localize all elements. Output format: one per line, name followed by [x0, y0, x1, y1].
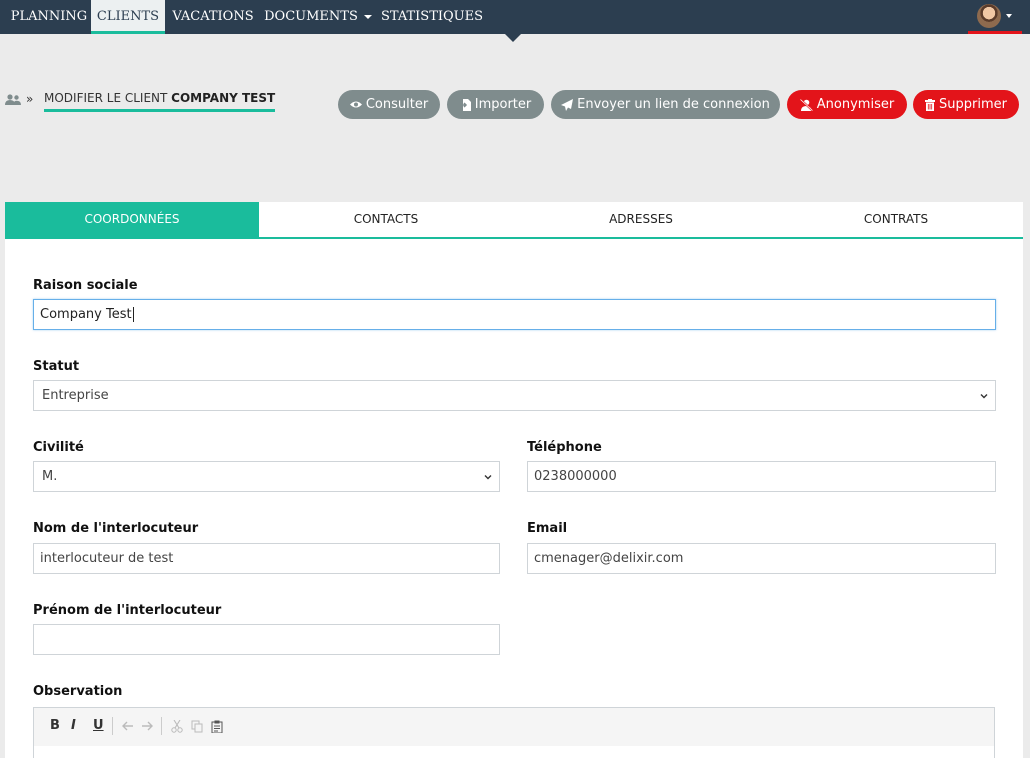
undo-icon[interactable]	[122, 721, 134, 731]
client-edit-panel: COORDONNÉES CONTACTS ADRESSES CONTRATS R…	[5, 202, 1023, 758]
import-label: Importer	[474, 97, 532, 112]
chevron-down-icon	[484, 475, 492, 480]
users-icon	[5, 94, 21, 105]
send-login-link-button[interactable]: Envoyer un lien de connexion	[551, 90, 780, 119]
toolbar-divider	[161, 717, 162, 735]
tab-adresses[interactable]: ADRESSES	[513, 202, 769, 237]
tab-contrats[interactable]: CONTRATS	[769, 202, 1023, 237]
anonymize-label: Anonymiser	[816, 97, 895, 112]
nav-statistiques[interactable]: STATISTIQUES	[378, 0, 486, 34]
send-login-link-label: Envoyer un lien de connexion	[577, 97, 770, 112]
nom-label: Nom de l'interlocuteur	[33, 521, 199, 536]
eye-icon	[349, 101, 362, 108]
nom-input[interactable]: interlocuteur de test	[33, 543, 500, 574]
chevron-down-icon	[1006, 14, 1012, 18]
file-import-icon	[459, 98, 471, 111]
nav-planning[interactable]: PLANNING	[8, 0, 90, 34]
user-slash-icon	[799, 98, 813, 111]
consult-label: Consulter	[365, 97, 429, 112]
telephone-value: 0238000000	[534, 469, 617, 484]
active-page-pointer	[505, 34, 521, 42]
editor-toolbar: B I U	[33, 707, 995, 747]
tab-coordonnees[interactable]: COORDONNÉES	[5, 202, 259, 237]
user-menu[interactable]	[968, 0, 1022, 34]
email-label: Email	[527, 521, 568, 536]
top-navbar: PLANNING CLIENTS VACATIONS DOCUMENTS STA…	[0, 0, 1030, 34]
underline-button[interactable]: U	[93, 718, 104, 733]
italic-button[interactable]: I	[71, 718, 76, 733]
nav-vacations[interactable]: VACATIONS	[166, 0, 260, 34]
page-title: MODIFIER LE CLIENT COMPANY TEST	[44, 91, 276, 112]
prenom-label: Prénom de l'interlocuteur	[33, 603, 222, 618]
civilite-value: M.	[42, 469, 58, 484]
anonymize-button[interactable]: Anonymiser	[787, 90, 907, 119]
statut-select[interactable]: Entreprise	[33, 380, 996, 411]
observation-editor[interactable]	[33, 746, 995, 758]
email-value: cmenager@delixir.com	[534, 551, 684, 566]
email-input[interactable]: cmenager@delixir.com	[527, 543, 996, 574]
nav-documents-label: DOCUMENTS	[264, 9, 358, 24]
tab-bar: COORDONNÉES CONTACTS ADRESSES CONTRATS	[5, 202, 1023, 239]
copy-icon[interactable]	[191, 720, 203, 733]
statut-label: Statut	[33, 359, 80, 374]
page-title-prefix: MODIFIER LE CLIENT	[44, 91, 168, 105]
consult-button[interactable]: Consulter	[338, 90, 440, 119]
chevron-down-icon	[980, 394, 988, 399]
statut-value: Entreprise	[42, 388, 109, 403]
nav-clients[interactable]: CLIENTS	[91, 0, 165, 34]
prenom-input[interactable]	[33, 624, 500, 655]
civilite-label: Civilité	[33, 440, 84, 455]
delete-label: Supprimer	[939, 97, 1007, 112]
telephone-input[interactable]: 0238000000	[527, 461, 996, 492]
chevron-down-icon	[363, 14, 372, 19]
raison-sociale-input[interactable]: Company Test	[33, 299, 996, 330]
tab-contacts[interactable]: CONTACTS	[259, 202, 513, 237]
civilite-select[interactable]: M.	[33, 461, 500, 492]
nav-documents[interactable]: DOCUMENTS	[262, 0, 374, 34]
raison-sociale-value: Company Test	[40, 307, 132, 322]
toolbar-divider	[112, 717, 113, 735]
cut-icon[interactable]	[171, 720, 183, 733]
redo-icon[interactable]	[141, 721, 153, 731]
raison-sociale-label: Raison sociale	[33, 278, 138, 293]
nom-value: interlocuteur de test	[40, 551, 174, 566]
observation-label: Observation	[33, 684, 123, 699]
trash-icon	[925, 98, 936, 111]
client-name: COMPANY TEST	[171, 91, 276, 105]
delete-button[interactable]: Supprimer	[913, 90, 1019, 119]
paper-plane-icon	[561, 98, 574, 111]
breadcrumb-separator: »	[26, 92, 34, 106]
avatar	[977, 4, 1001, 28]
paste-icon[interactable]	[211, 720, 223, 733]
telephone-label: Téléphone	[527, 440, 602, 455]
bold-button[interactable]: B	[50, 718, 60, 733]
import-button[interactable]: Importer	[447, 90, 544, 119]
text-cursor	[132, 307, 134, 322]
